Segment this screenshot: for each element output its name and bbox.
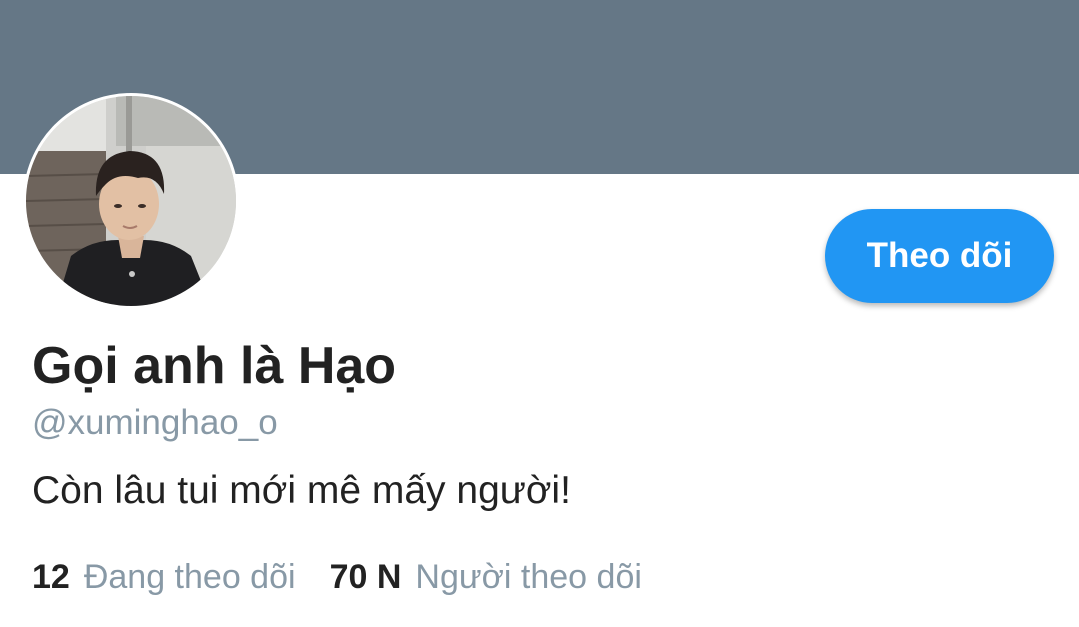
follow-button[interactable]: Theo dõi	[825, 209, 1054, 303]
username-handle: @xuminghao_o	[32, 403, 278, 442]
avatar-photo-icon	[26, 96, 236, 306]
followers-stat[interactable]: 70 N Người theo dõi	[330, 556, 642, 598]
display-name: Gọi anh là Hạo	[32, 337, 397, 395]
followers-count: 70 N	[329, 558, 402, 596]
followers-label: Người theo dõi	[415, 558, 642, 596]
follow-stats: 12 Đang theo dõi 70 N Người theo dõi	[32, 556, 676, 598]
following-stat[interactable]: 12 Đang theo dõi	[32, 556, 296, 598]
profile-bio: Còn lâu tui mới mê mấy người!	[32, 469, 571, 512]
profile-avatar[interactable]	[23, 93, 239, 309]
following-label: Đang theo dõi	[83, 558, 296, 596]
following-count: 12	[32, 558, 70, 596]
